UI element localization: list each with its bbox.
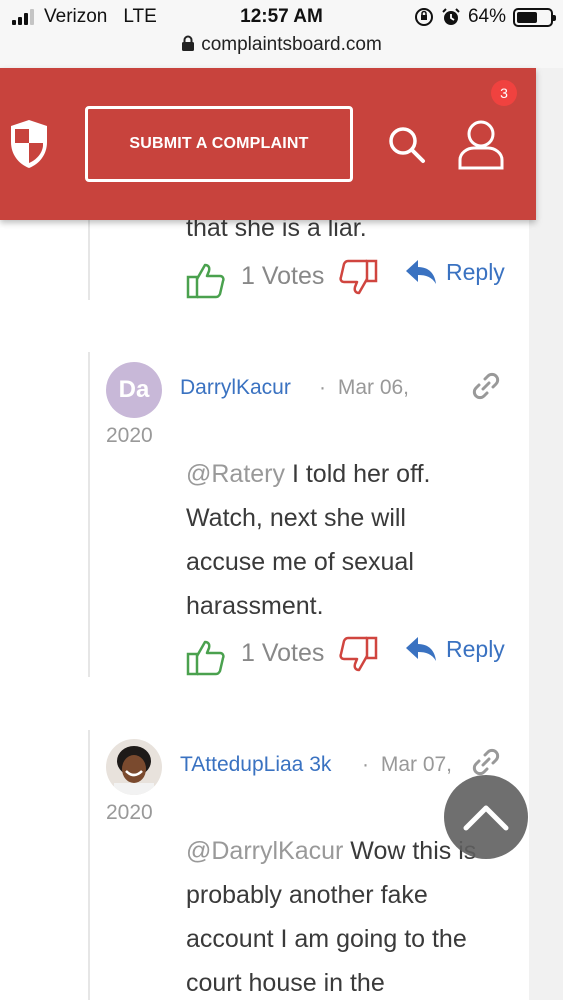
battery-icon: [513, 7, 556, 27]
reply-arrow-icon: [406, 260, 436, 284]
link-icon[interactable]: [470, 746, 502, 778]
comment-text: @Ratery I told her off. Watch, next she …: [186, 452, 506, 628]
mention-link[interactable]: @DarrylKacur: [186, 837, 343, 865]
comment-line: harassment.: [186, 592, 324, 620]
status-bar: Verizon LTE 12:57 AM 64% complaintsboard…: [0, 0, 563, 68]
comment-line: @Ratery I told her off.: [186, 452, 506, 496]
reply-arrow-icon: [406, 637, 436, 661]
lock-icon: [182, 35, 195, 51]
search-icon[interactable]: [386, 124, 426, 164]
orientation-lock-icon: [414, 8, 433, 26]
reply-button[interactable]: Reply: [404, 635, 505, 663]
site-header: SUBMIT A COMPLAINT: [0, 68, 536, 220]
comment-author[interactable]: DarrylKacur: [180, 376, 291, 400]
thread-line: [88, 220, 90, 300]
thread-line: [88, 730, 90, 1000]
comment-line: Watch, next she will: [186, 504, 406, 532]
thumbs-up-icon[interactable]: [186, 260, 226, 300]
chevron-up-icon: [463, 805, 509, 831]
alarm-icon: [442, 8, 460, 25]
link-icon[interactable]: [470, 370, 502, 402]
comment-author[interactable]: TAttedupLiaa 3k: [180, 753, 331, 777]
vote-count: 1 Votes: [241, 262, 325, 290]
reply-label: Reply: [446, 258, 505, 285]
thumbs-down-icon[interactable]: [338, 635, 378, 675]
submit-complaint-button[interactable]: SUBMIT A COMPLAINT: [85, 106, 353, 182]
vote-row: 1 Votes Reply: [186, 258, 506, 302]
comment-line: account I am going to the: [186, 925, 467, 953]
system-indicators: 64%: [414, 6, 556, 28]
comment-date-year: 2020: [106, 801, 153, 824]
date-text: Mar 07,: [380, 753, 453, 776]
comment-line-text: I told her off.: [285, 460, 431, 488]
comment-date-year: 2020: [106, 424, 153, 447]
comment-line: probably another fake: [186, 881, 428, 909]
comment-date: · Mar 06,: [319, 376, 410, 399]
thumbs-down-icon[interactable]: [338, 258, 378, 298]
vote-row: 1 Votes Reply: [186, 635, 506, 679]
avatar-photo-image: [106, 739, 162, 795]
comment-line: court house in the: [186, 969, 385, 997]
notification-badge[interactable]: 3: [491, 80, 517, 106]
vote-count: 1 Votes: [241, 639, 325, 667]
date-text: Mar 06,: [337, 376, 410, 399]
avatar[interactable]: Da: [106, 362, 162, 418]
address-bar[interactable]: complaintsboard.com: [0, 34, 563, 56]
reply-button[interactable]: Reply: [404, 258, 505, 286]
comment-date: · Mar 07,: [362, 753, 453, 776]
avatar[interactable]: [106, 739, 162, 795]
reply-label: Reply: [446, 635, 505, 662]
mention-link[interactable]: @Ratery: [186, 460, 285, 488]
user-icon[interactable]: [456, 118, 506, 170]
shield-logo-icon[interactable]: [8, 118, 50, 170]
scroll-to-top-button[interactable]: [444, 775, 528, 859]
comment-line: accuse me of sexual: [186, 548, 414, 576]
battery-percent: 64%: [467, 6, 506, 27]
thumbs-up-icon[interactable]: [186, 637, 226, 677]
url-text: complaintsboard.com: [201, 34, 382, 55]
thread-line: [88, 352, 90, 677]
